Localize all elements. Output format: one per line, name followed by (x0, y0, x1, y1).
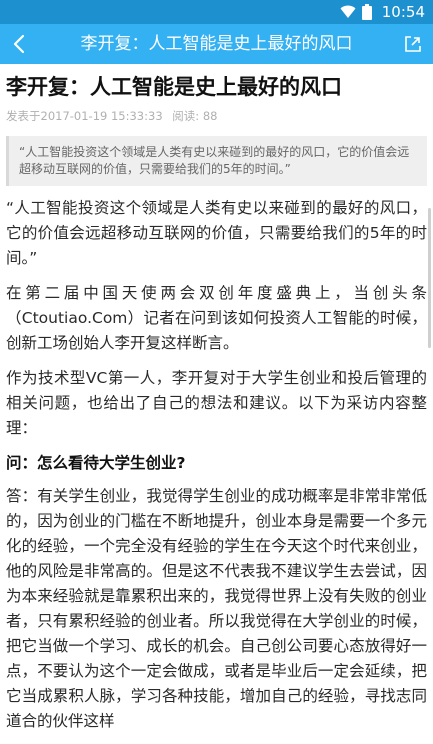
article-headline: 李开复：人工智能是史上最好的风口 (6, 75, 342, 99)
article: 李开复：人工智能是史上最好的风口 发表于2017-01-19 15:33:33 … (0, 64, 433, 744)
question-heading: 问：怎么看待大学生创业? (6, 454, 186, 472)
scrollbar[interactable] (428, 208, 431, 348)
status-time: 10:54 (381, 3, 425, 21)
paragraph: “人工智能投资这个领域是人类有史以来碰到的最好的风口，它的价值会远超移动互联网的… (6, 199, 427, 267)
chevron-left-icon[interactable] (8, 32, 32, 56)
wifi-icon (340, 5, 356, 18)
read-count: 阅读: 88 (172, 109, 218, 123)
article-meta: 发表于2017-01-19 15:33:33 阅读: 88 (6, 108, 427, 124)
paragraph: 答：有关学生创业，我觉得学生创业的成功概率是非常非常低的，因为创业的门槛在不断地… (6, 487, 427, 730)
status-bar: 10:54 (0, 0, 433, 24)
app-bar: 李开复：人工智能是史上最好的风口 (0, 24, 433, 64)
article-body: “人工智能投资这个领域是人类有史以来碰到的最好的风口，它的价值会远超移动互联网的… (6, 196, 427, 734)
share-icon[interactable] (403, 34, 423, 54)
paragraph: 作为技术型VC第一人，李开复对于大学生创业和投后管理的相关问题，也给出了自己的想… (6, 369, 427, 437)
battery-icon (361, 4, 372, 20)
paragraph: 在第二届中国天使两会双创年度盛典上，当创头条（Ctoutiao.Com）记者在问… (6, 284, 427, 352)
app-bar-title: 李开复：人工智能是史上最好的风口 (80, 34, 353, 54)
publish-date: 发表于2017-01-19 15:33:33 (6, 109, 163, 123)
article-summary: “人工智能投资这个领域是人类有史以来碰到的最好的风口，它的价值会远超移动互联网的… (6, 136, 427, 186)
